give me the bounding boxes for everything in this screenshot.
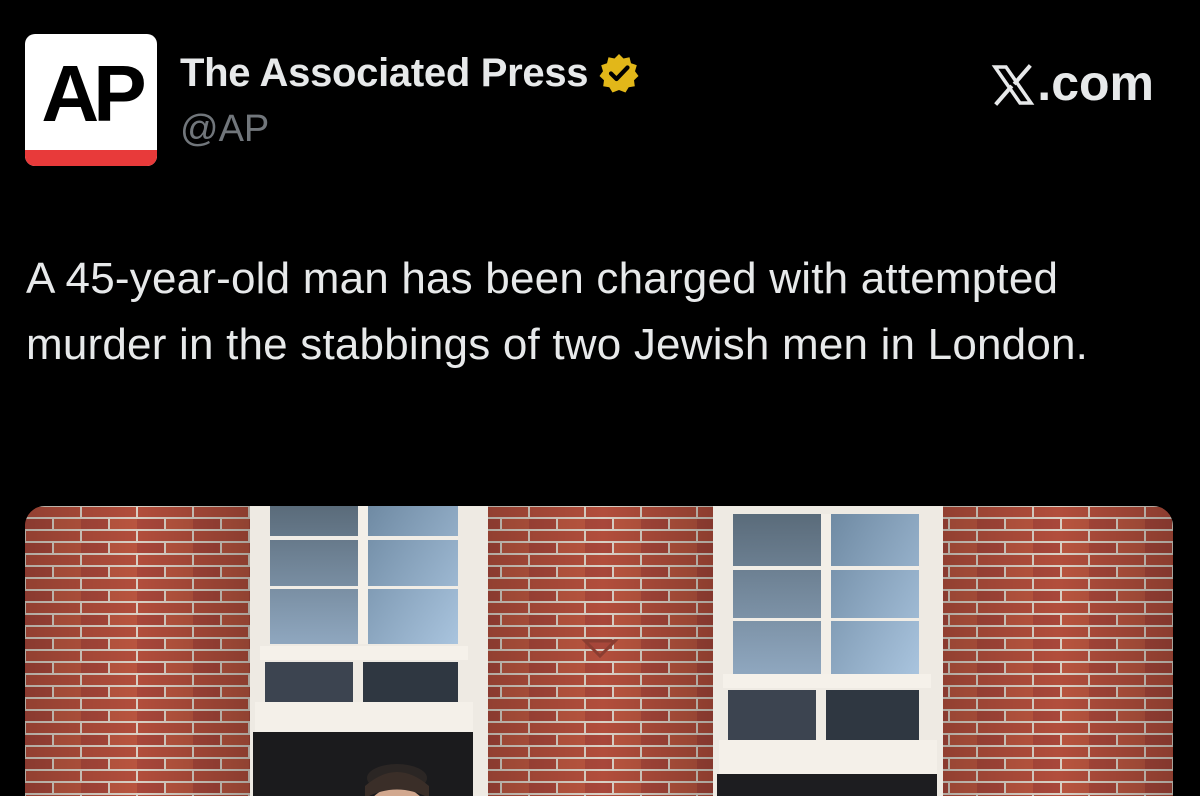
x-logo-icon [991, 64, 1035, 106]
tweet-card: AP The Associated Press @AP .com A 45-ye… [0, 0, 1200, 796]
avatar[interactable]: AP [25, 34, 157, 166]
avatar-red-stripe [25, 150, 157, 166]
avatar-logo-text: AP [41, 49, 146, 138]
photo-brick-building-windows [25, 506, 1173, 796]
author-name-row[interactable]: The Associated Press [180, 50, 640, 96]
author-handle[interactable]: @AP [180, 108, 269, 151]
site-watermark-text: .com [1037, 55, 1154, 111]
tweet-media-photo[interactable] [25, 506, 1173, 796]
tweet-text: A 45-year-old man has been charged with … [26, 254, 1089, 369]
author-display-name[interactable]: The Associated Press [180, 51, 589, 96]
site-watermark: .com [991, 54, 1154, 112]
verified-badge-icon [599, 54, 639, 93]
